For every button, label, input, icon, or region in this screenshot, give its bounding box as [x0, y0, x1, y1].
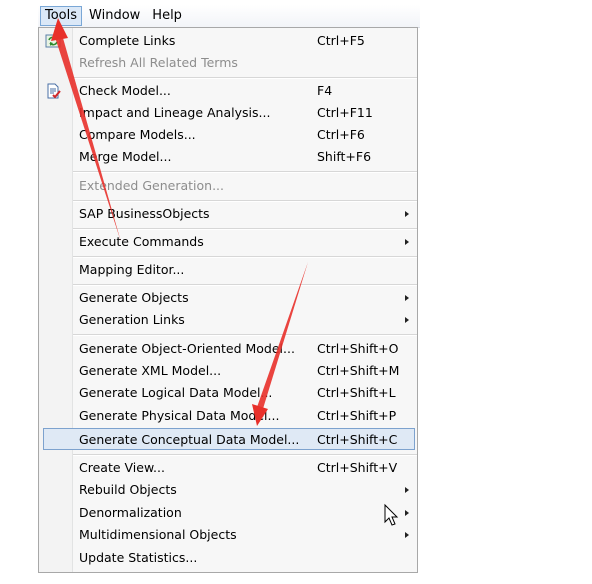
- menu-item-shortcut: Ctrl+Shift+P: [317, 408, 397, 423]
- menu-item-multidimensional-objects[interactable]: Multidimensional Objects: [41, 524, 415, 546]
- menu-item-shortcut: Ctrl+Shift+C: [317, 432, 398, 447]
- menu-item-label: Impact and Lineage Analysis...: [79, 105, 271, 120]
- menu-item-label: Generate Physical Data Model...: [79, 408, 280, 423]
- submenu-arrow-icon: [405, 510, 409, 516]
- menu-item-generate-conceptual-data-model[interactable]: Generate Conceptual Data Model... Ctrl+S…: [43, 428, 415, 450]
- menu-help[interactable]: Help: [147, 6, 187, 26]
- menu-item-check-model[interactable]: Check Model... F4: [41, 80, 415, 102]
- menu-item-label: Generate XML Model...: [79, 363, 222, 378]
- menu-window[interactable]: Window: [84, 6, 145, 26]
- menu-item-label: Generate Objects: [79, 290, 189, 305]
- menu-item-create-view[interactable]: Create View... Ctrl+Shift+V: [41, 457, 415, 479]
- menu-item-generate-physical-data-model[interactable]: Generate Physical Data Model... Ctrl+Shi…: [41, 405, 415, 427]
- menu-item-impact-lineage[interactable]: Impact and Lineage Analysis... Ctrl+F11: [41, 102, 415, 124]
- menu-item-merge-model[interactable]: Merge Model... Shift+F6: [41, 146, 415, 168]
- menu-item-label: Refresh All Related Terms: [79, 55, 238, 70]
- menu-separator: [73, 334, 417, 336]
- menu-item-shortcut: Ctrl+F5: [317, 33, 365, 48]
- menu-item-label: Rebuild Objects: [79, 482, 177, 497]
- menu-item-generate-logical-data-model[interactable]: Generate Logical Data Model... Ctrl+Shif…: [41, 382, 415, 404]
- submenu-arrow-icon: [405, 211, 409, 217]
- menu-item-label: Generate Conceptual Data Model...: [79, 432, 300, 447]
- menu-separator: [73, 284, 417, 286]
- menu-item-mapping-editor[interactable]: Mapping Editor...: [41, 259, 415, 281]
- menu-item-generate-xml-model[interactable]: Generate XML Model... Ctrl+Shift+M: [41, 360, 415, 382]
- menu-item-label: SAP BusinessObjects: [79, 206, 210, 221]
- menu-item-extended-generation[interactable]: Extended Generation...: [41, 175, 415, 197]
- menu-item-label: Multidimensional Objects: [79, 527, 237, 542]
- submenu-arrow-icon: [405, 239, 409, 245]
- menu-item-label: Compare Models...: [79, 127, 196, 142]
- menu-item-shortcut: Ctrl+Shift+L: [317, 385, 396, 400]
- submenu-arrow-icon: [405, 532, 409, 538]
- menu-separator: [73, 200, 417, 202]
- menu-item-label: Update Statistics...: [79, 550, 198, 565]
- screenshot-page: Tools Window Help Complete Links Ctrl+F5…: [0, 0, 592, 584]
- menu-item-refresh-related-terms[interactable]: Refresh All Related Terms: [41, 52, 415, 74]
- submenu-arrow-icon: [405, 317, 409, 323]
- menu-item-label: Merge Model...: [79, 149, 172, 164]
- menu-separator: [73, 256, 417, 258]
- menu-item-denormalization[interactable]: Denormalization: [41, 502, 415, 524]
- menu-item-label: Denormalization: [79, 505, 182, 520]
- menu-item-update-statistics[interactable]: Update Statistics...: [41, 547, 415, 569]
- menu-item-label: Execute Commands: [79, 234, 204, 249]
- menu-item-compare-models[interactable]: Compare Models... Ctrl+F6: [41, 124, 415, 146]
- menu-item-sap-businessobjects[interactable]: SAP BusinessObjects: [41, 203, 415, 225]
- menu-item-generate-objects[interactable]: Generate Objects: [41, 287, 415, 309]
- refresh-links-icon: [45, 34, 61, 48]
- menu-item-label: Extended Generation...: [79, 178, 224, 193]
- menu-tools[interactable]: Tools: [40, 6, 83, 26]
- menu-item-shortcut: Shift+F6: [317, 149, 372, 164]
- menu-item-rebuild-objects[interactable]: Rebuild Objects: [41, 479, 415, 501]
- menu-item-label: Create View...: [79, 460, 165, 475]
- menu-item-label: Complete Links: [79, 33, 176, 48]
- menu-item-label: Mapping Editor...: [79, 262, 185, 277]
- tools-dropdown-menu: Complete Links Ctrl+F5 Refresh All Relat…: [38, 27, 418, 573]
- menu-bar: Tools Window Help: [38, 5, 420, 28]
- menu-item-generate-oo-model[interactable]: Generate Object-Oriented Model... Ctrl+S…: [41, 338, 415, 360]
- menu-item-label: Check Model...: [79, 83, 171, 98]
- menu-item-label: Generate Logical Data Model...: [79, 385, 273, 400]
- menu-item-execute-commands[interactable]: Execute Commands: [41, 231, 415, 253]
- menu-separator: [73, 228, 417, 230]
- menu-item-label: Generate Object-Oriented Model...: [79, 341, 295, 356]
- menu-item-shortcut: Ctrl+F6: [317, 127, 365, 142]
- menu-item-shortcut: Ctrl+Shift+O: [317, 341, 399, 356]
- submenu-arrow-icon: [405, 487, 409, 493]
- menu-item-shortcut: Ctrl+Shift+M: [317, 363, 400, 378]
- menu-item-shortcut: F4: [317, 83, 333, 98]
- menu-item-shortcut: Ctrl+Shift+V: [317, 460, 398, 475]
- submenu-arrow-icon: [405, 295, 409, 301]
- menu-separator: [73, 77, 417, 79]
- menu-separator: [73, 454, 417, 456]
- menu-item-label: Generation Links: [79, 312, 185, 327]
- menu-item-shortcut: Ctrl+F11: [317, 105, 373, 120]
- check-model-icon: [47, 83, 61, 99]
- menu-item-complete-links[interactable]: Complete Links Ctrl+F5: [41, 30, 415, 52]
- menu-item-generation-links[interactable]: Generation Links: [41, 309, 415, 331]
- menu-separator: [73, 171, 417, 173]
